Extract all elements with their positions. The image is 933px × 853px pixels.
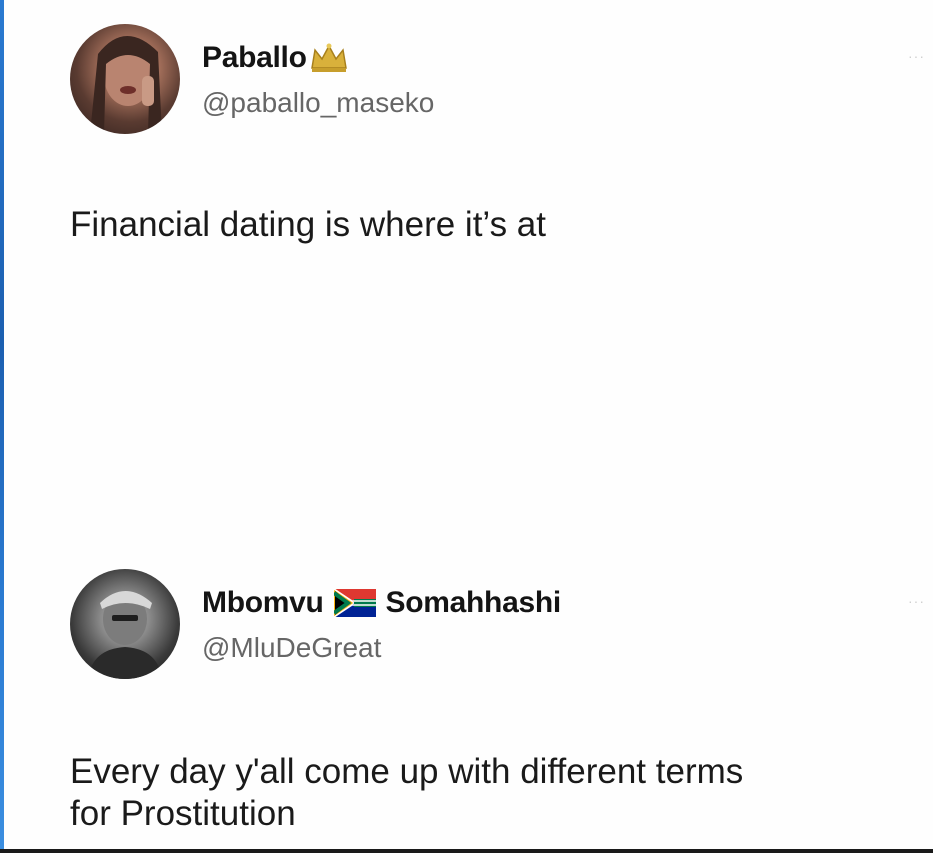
user-handle[interactable]: @MluDeGreat <box>202 632 381 664</box>
avatar[interactable] <box>70 569 180 679</box>
crown-icon <box>309 42 349 74</box>
more-options-icon[interactable]: ··· <box>908 48 925 64</box>
name-row: Mbomvu Somahhashi <box>202 585 561 621</box>
tweet-text: Every day y'all come up with different t… <box>70 751 910 835</box>
avatar-portrait-icon <box>90 36 162 134</box>
user-handle[interactable]: @paballo_maseko <box>202 87 434 119</box>
display-name[interactable]: Paballo <box>202 41 307 75</box>
south-africa-flag-icon <box>332 586 376 620</box>
tweet-text-line: Every day y'all come up with different t… <box>70 752 744 791</box>
bottom-edge <box>0 849 933 853</box>
name-row: Paballo <box>202 40 349 76</box>
avatar-portrait-icon <box>88 591 162 679</box>
tweet-text-line: for Prostitution <box>70 794 296 833</box>
left-edge-accent <box>0 0 4 853</box>
more-options-icon[interactable]: ··· <box>908 593 925 609</box>
display-name-first[interactable]: Mbomvu <box>202 586 324 620</box>
tweet-text: Financial dating is where it’s at <box>70 205 546 244</box>
display-name-last[interactable]: Somahhashi <box>386 586 562 620</box>
screenshot-page: Paballo @paballo_maseko ··· Financial da… <box>0 0 933 853</box>
avatar[interactable] <box>70 24 180 134</box>
